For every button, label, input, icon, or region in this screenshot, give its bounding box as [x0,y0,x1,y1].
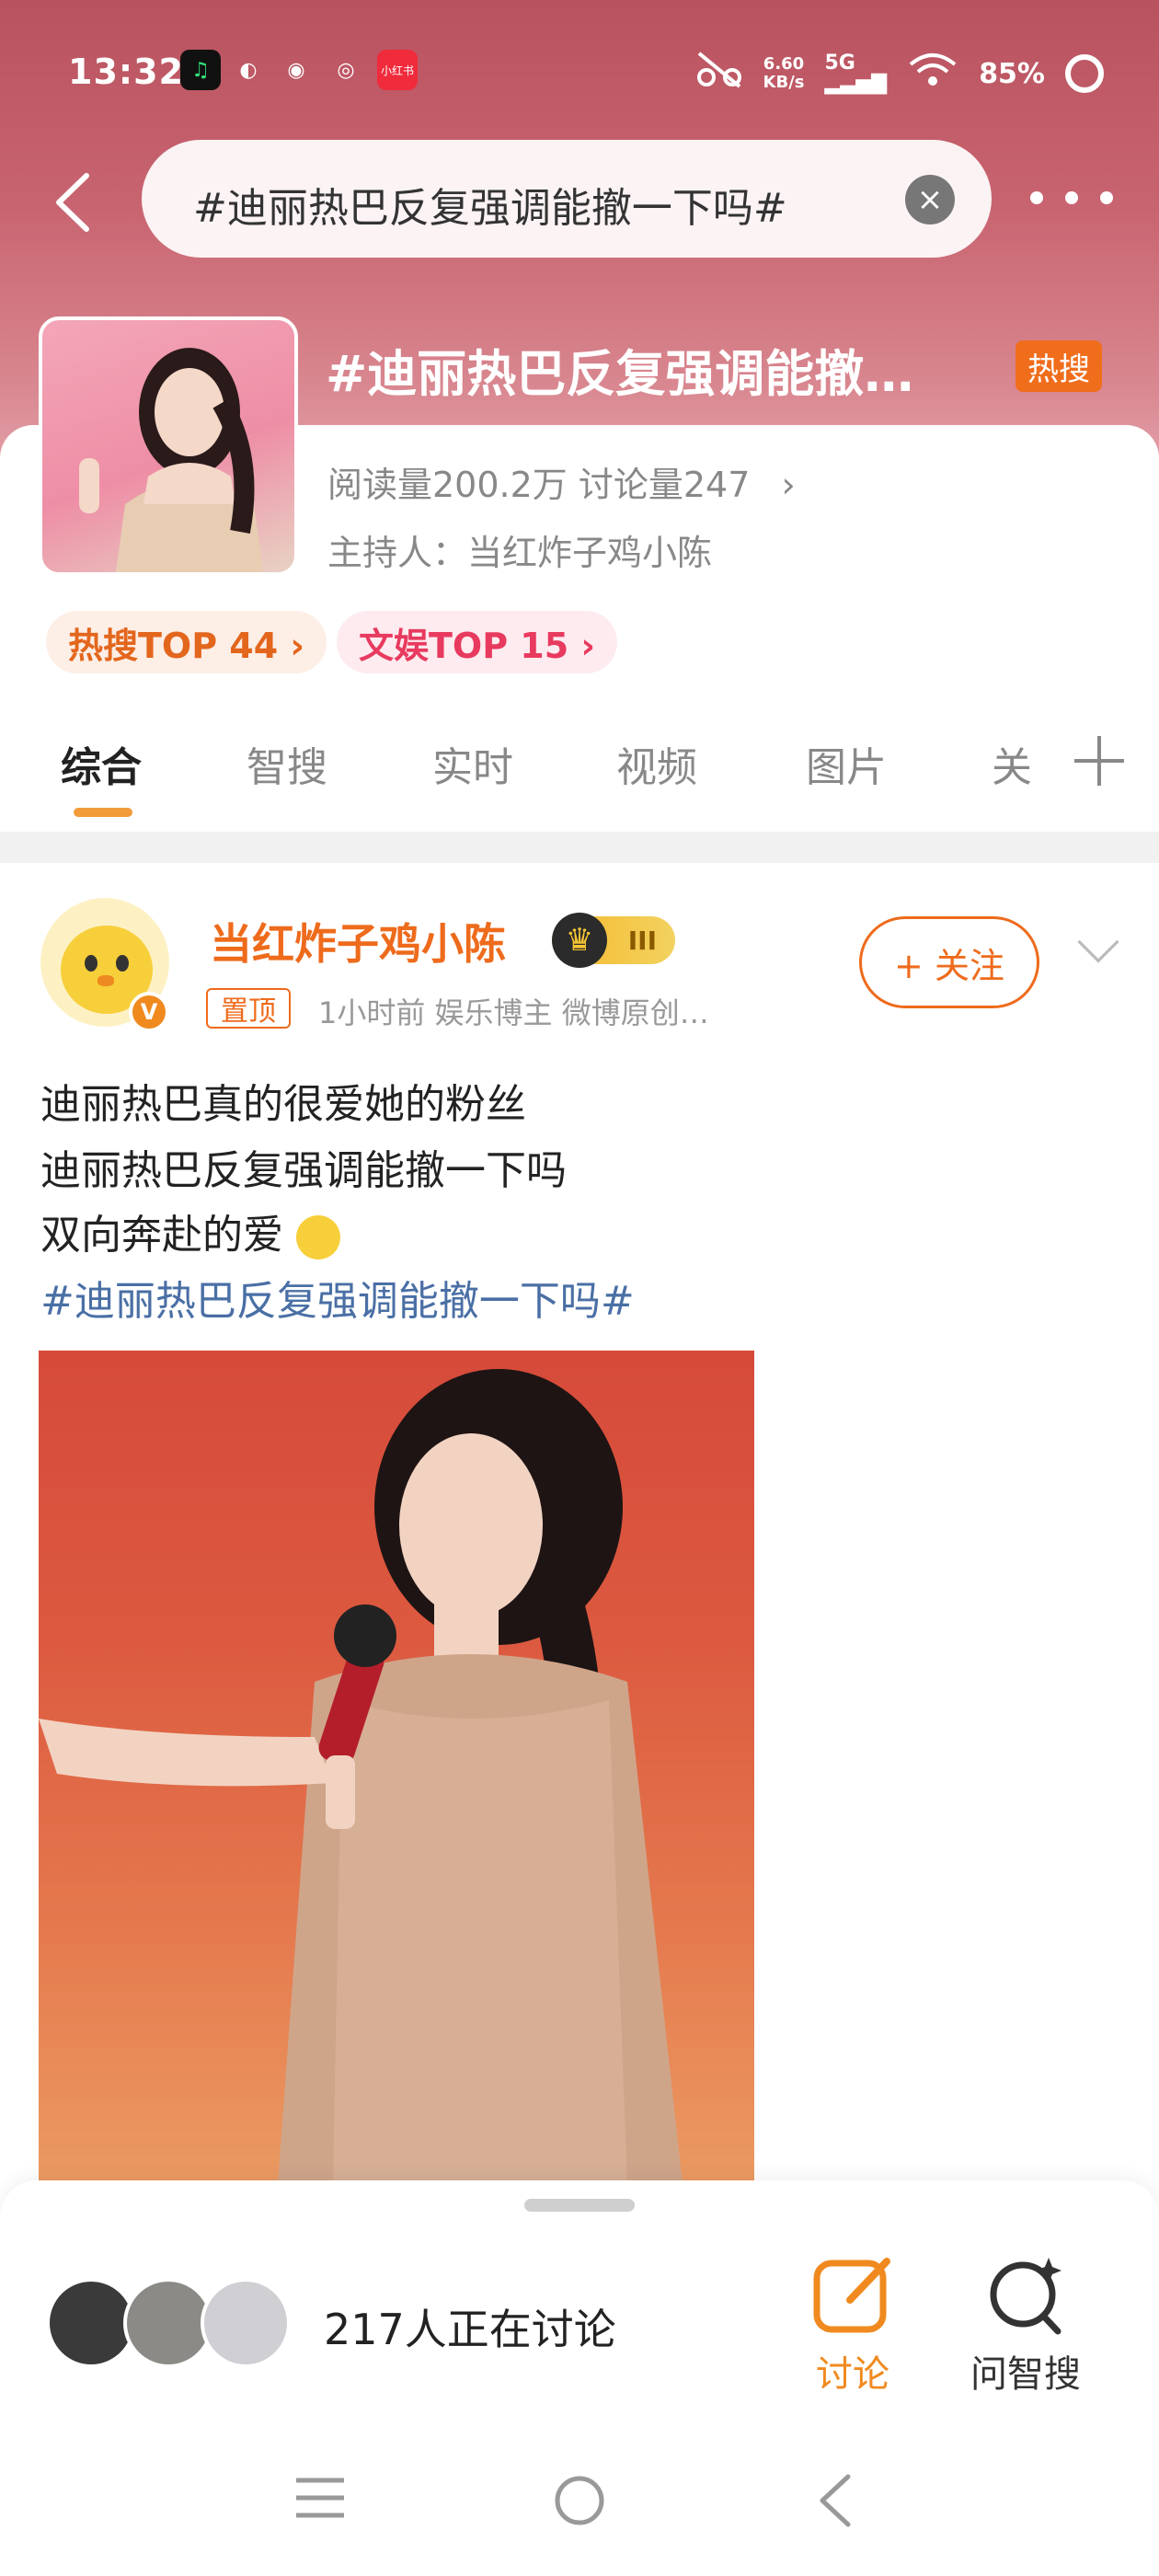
tab-comprehensive[interactable]: 综合 [61,734,142,793]
teary-emoji-icon [296,1215,340,1259]
member-level-badge[interactable]: ♛ III [552,913,675,968]
topic-thumbnail[interactable] [39,316,298,576]
status-time: 13:32 [68,52,184,92]
tab-realtime[interactable]: 实时 [432,734,513,793]
xiaohongshu-icon: 小红书 [377,50,418,90]
post-author-name[interactable]: 当红炸子鸡小陈 [210,911,506,972]
entertainment-rank-chip[interactable]: 文娱TOP 15 › [337,611,618,673]
menu-icon[interactable] [293,2475,348,2521]
post-text-line-3: 双向奔赴的爱 [40,1212,283,1259]
search-input[interactable]: #迪丽热巴反复强调能撤一下吗# × [142,140,992,258]
tab-pictures[interactable]: 图片 [806,734,887,793]
post-hashtag-link[interactable]: #迪丽热巴反复强调能撤一下吗# [40,1268,635,1327]
search-query-text: #迪丽热巴反复强调能撤一下吗# [193,185,787,232]
topic-photo [79,348,263,572]
chick-beak [98,975,114,986]
topic-stats-text: 阅读量200.2万 讨论量247 [327,465,751,505]
clear-search-icon[interactable]: × [905,175,955,224]
battery-ring-icon [1065,54,1104,93]
battery-level: 85% [979,57,1045,90]
dot-icon [1030,191,1043,204]
dot-icon [1065,191,1078,204]
member-level-text: III [627,925,657,956]
chevron-right-icon: › [781,465,796,505]
back-icon[interactable] [815,2471,855,2530]
ask-label: 问智搜 [970,2353,1081,2396]
home-icon[interactable] [552,2473,607,2528]
tab-smart-search[interactable]: 智搜 [247,734,327,793]
add-tab-icon[interactable] [1074,736,1124,786]
smart-search-icon [990,2258,1061,2335]
edit-icon [813,2258,890,2333]
hot-search-rank-chip[interactable]: 热搜TOP 44 › [46,611,327,673]
active-tab-indicator [74,808,132,817]
avatar [201,2278,291,2368]
mango-icon: ◐ [239,58,258,82]
wifi-icon [907,50,958,98]
post-image[interactable] [39,1351,754,2184]
net-speed: 6.60 KB/s [763,55,805,92]
post-text-line: 迪丽热巴反复强调能撤一下吗 [40,1147,567,1194]
back-button[interactable] [44,166,99,239]
post-meta: 1小时前 娱乐博主 微博原创… [318,995,709,1030]
discussing-count[interactable]: 217人正在讨论 [324,2296,616,2357]
tab-related[interactable]: 关 [992,734,1032,793]
nfc-off-icon [695,50,743,98]
status-bar: 13:32 ♫ ◐ ◉ ◎ 小红书 6.60 KB/s 5G ▂▃▅▇ 85% [0,37,1159,110]
post-text-line: 双向奔赴的爱 [40,1202,340,1260]
discuss-label: 讨论 [816,2353,889,2396]
pinned-tag: 置顶 [206,988,291,1029]
follow-button[interactable]: + 关注 [859,916,1039,1008]
tab-video[interactable]: 视频 [616,734,697,793]
back-arrow-icon [56,173,89,232]
chick-eye [85,955,98,972]
topic-title: #迪丽热巴反复强调能撤… [326,345,914,403]
network-type: 5G [824,52,855,75]
topic-host: 主持人：当红炸子鸡小陈 [327,533,713,573]
crown-icon: ♛ [552,913,607,968]
chick-eye [116,955,129,972]
dot-icon [1100,191,1113,204]
chevron-down-icon[interactable] [1077,921,1119,963]
post-text-line: 迪丽热巴真的很爱她的粉丝 [40,1081,526,1128]
signal-icon: 5G ▂▃▅▇ [824,52,888,95]
status-indicators: 6.60 KB/s 5G ▂▃▅▇ 85% [695,50,1104,98]
tab-bar: 综合 智搜 实时 视频 图片 关 [0,727,1159,828]
post-photo [39,1369,683,2184]
net-speed-unit: KB/s [763,73,805,92]
qq-music-icon: ♫ [180,50,221,90]
net-speed-value: 6.60 [763,54,805,74]
weibo-icon: ◎ [337,58,355,82]
ask-smart-search-button[interactable]: 问智搜 [957,2252,1095,2399]
system-navigation-bar [0,2438,1159,2576]
hot-search-badge: 热搜 [1016,340,1102,392]
topic-stats[interactable]: 阅读量200.2万 讨论量247 › [327,456,796,507]
discuss-button[interactable]: 讨论 [784,2252,922,2399]
section-divider [0,832,1159,863]
more-options-button[interactable] [1030,175,1113,221]
wechat-icon: ◉ [287,58,305,82]
verified-icon: V [129,992,169,1032]
drag-handle[interactable] [524,2199,635,2212]
